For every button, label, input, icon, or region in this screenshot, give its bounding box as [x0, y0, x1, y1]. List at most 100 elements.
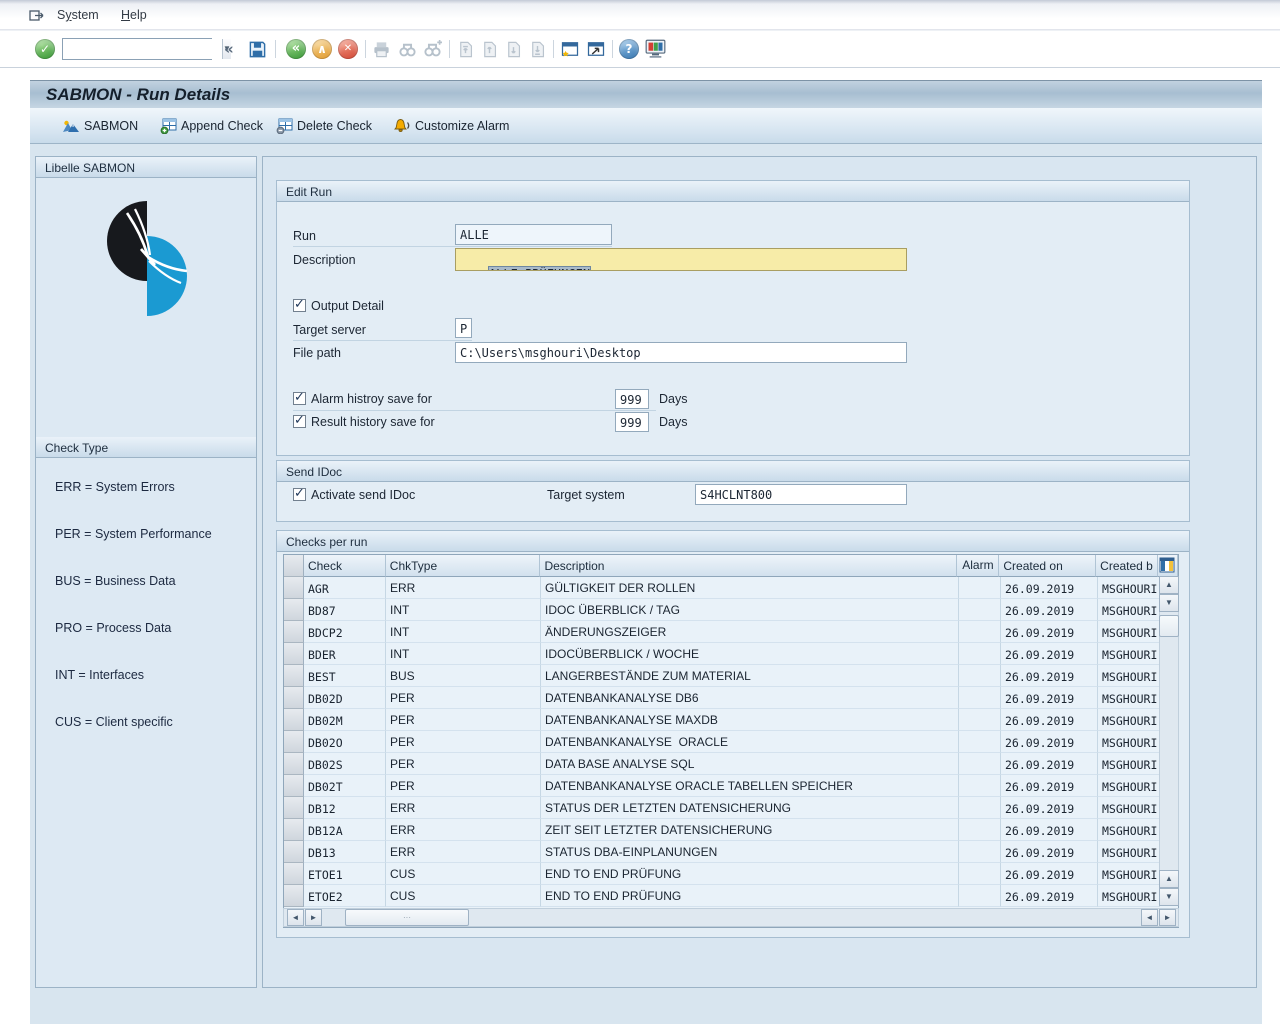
scroll-right-icon[interactable]: ►	[305, 909, 322, 926]
row-select-cell[interactable]	[284, 665, 304, 687]
row-select-cell[interactable]	[284, 841, 304, 863]
cell-check[interactable]: DB13	[304, 841, 386, 863]
cell-created-on[interactable]: 26.09.2019	[1001, 797, 1098, 819]
row-select-cell[interactable]	[284, 599, 304, 621]
cell-chktype[interactable]: ERR	[386, 797, 541, 819]
exit-icon[interactable]: ∧	[312, 39, 332, 59]
table-row[interactable]: ETOE1 CUS END TO END PRÜFUNG ) 26.09.201…	[284, 863, 1178, 885]
cell-alarm[interactable]: )	[959, 687, 1001, 709]
cell-description[interactable]: END TO END PRÜFUNG	[541, 863, 959, 885]
cell-alarm[interactable]: )	[959, 797, 1001, 819]
cell-created-by[interactable]: MSGHOURI	[1098, 885, 1160, 907]
create-shortcut-icon[interactable]	[586, 38, 606, 60]
cell-check[interactable]: DB02O	[304, 731, 386, 753]
cell-created-on[interactable]: 26.09.2019	[1001, 731, 1098, 753]
cell-check[interactable]: DB02S	[304, 753, 386, 775]
cell-chktype[interactable]: PER	[386, 731, 541, 753]
cell-check[interactable]: AGR	[304, 577, 386, 599]
cell-alarm[interactable]: )	[959, 753, 1001, 775]
col-header-chktype[interactable]: ChkType	[386, 555, 541, 577]
table-row[interactable]: DB13 ERR STATUS DBA-EINPLANUNGEN ) 26.09…	[284, 841, 1178, 863]
cell-alarm[interactable]: )	[959, 643, 1001, 665]
cell-created-on[interactable]: 26.09.2019	[1001, 753, 1098, 775]
cell-alarm[interactable]: )	[959, 577, 1001, 599]
menu-help[interactable]: Help	[121, 8, 147, 22]
append-check-button[interactable]: Append Check	[160, 115, 263, 137]
delete-check-button[interactable]: Delete Check	[276, 115, 372, 137]
cell-created-by[interactable]: MSGHOURI	[1098, 753, 1160, 775]
table-settings-icon[interactable]	[1158, 555, 1178, 577]
cell-description[interactable]: DATENBANKANALYSE ORACLE	[541, 731, 959, 753]
description-field[interactable]: ALLE PRÜFUNGEN	[455, 248, 907, 271]
row-select-cell[interactable]	[284, 863, 304, 885]
cell-alarm[interactable]: )	[959, 709, 1001, 731]
enter-icon[interactable]: ✓	[35, 39, 55, 59]
scroll-down-bottom-icon[interactable]: ▼	[1159, 888, 1179, 906]
cell-created-by[interactable]: MSGHOURI	[1098, 687, 1160, 709]
result-history-days-field[interactable]: 999	[615, 412, 649, 432]
alarm-history-days-field[interactable]: 999	[615, 389, 649, 409]
cell-description[interactable]: IDOC ÜBERBLICK / TAG	[541, 599, 959, 621]
scroll-down-icon[interactable]: ▼	[1159, 594, 1179, 612]
cell-description[interactable]: DATENBANKANALYSE MAXDB	[541, 709, 959, 731]
cell-check[interactable]: BDER	[304, 643, 386, 665]
menu-system[interactable]: System	[57, 8, 99, 22]
table-row[interactable]: DB12A ERR ZEIT SEIT LETZTER DATENSICHERU…	[284, 819, 1178, 841]
cell-created-by[interactable]: MSGHOURI	[1098, 819, 1160, 841]
cell-description[interactable]: IDOCÜBERBLICK / WOCHE	[541, 643, 959, 665]
cell-alarm[interactable]: )	[959, 665, 1001, 687]
cell-chktype[interactable]: PER	[386, 753, 541, 775]
cell-chktype[interactable]: ERR	[386, 841, 541, 863]
table-row[interactable]: DB02O PER DATENBANKANALYSE ORACLE ) 26.0…	[284, 731, 1178, 753]
row-select-cell[interactable]	[284, 885, 304, 907]
cell-created-by[interactable]: MSGHOURI	[1098, 841, 1160, 863]
cell-check[interactable]: BDCP2	[304, 621, 386, 643]
cell-description[interactable]: DATENBANKANALYSE ORACLE TABELLEN SPEICHE…	[541, 775, 959, 797]
table-row[interactable]: DB02M PER DATENBANKANALYSE MAXDB ) 26.09…	[284, 709, 1178, 731]
cell-chktype[interactable]: INT	[386, 621, 541, 643]
cell-created-on[interactable]: 26.09.2019	[1001, 599, 1098, 621]
cell-created-by[interactable]: MSGHOURI	[1098, 621, 1160, 643]
cell-alarm[interactable]: )	[959, 885, 1001, 907]
cell-check[interactable]: DB02D	[304, 687, 386, 709]
cell-chktype[interactable]: INT	[386, 643, 541, 665]
cell-chktype[interactable]: PER	[386, 709, 541, 731]
vertical-scrollbar-thumb[interactable]	[1159, 615, 1179, 637]
activate-send-idoc-checkbox[interactable]	[293, 488, 306, 501]
row-select-cell[interactable]	[284, 753, 304, 775]
target-server-field[interactable]: P	[455, 318, 472, 338]
cell-alarm[interactable]: )	[959, 731, 1001, 753]
cell-created-on[interactable]: 26.09.2019	[1001, 643, 1098, 665]
cell-created-by[interactable]: MSGHOURI	[1098, 731, 1160, 753]
table-row[interactable]: DB02D PER DATENBANKANALYSE DB6 ) 26.09.2…	[284, 687, 1178, 709]
cell-check[interactable]: BEST	[304, 665, 386, 687]
sabmon-button[interactable]: SABMON	[62, 115, 138, 137]
header-select-all[interactable]	[284, 555, 304, 577]
cell-created-on[interactable]: 26.09.2019	[1001, 665, 1098, 687]
row-select-cell[interactable]	[284, 819, 304, 841]
cell-created-by[interactable]: MSGHOURI	[1098, 775, 1160, 797]
cell-description[interactable]: GÜLTIGKEIT DER ROLLEN	[541, 577, 959, 599]
col-header-created-by[interactable]: Created b	[1096, 555, 1158, 577]
cell-created-by[interactable]: MSGHOURI	[1098, 577, 1160, 599]
cell-description[interactable]: DATENBANKANALYSE DB6	[541, 687, 959, 709]
row-select-cell[interactable]	[284, 709, 304, 731]
cell-chktype[interactable]: PER	[386, 687, 541, 709]
customize-layout-icon[interactable]	[645, 38, 666, 60]
table-row[interactable]: BEST BUS LANGERBESTÄNDE ZUM MATERIAL ) 2…	[284, 665, 1178, 687]
cell-chktype[interactable]: INT	[386, 599, 541, 621]
row-select-cell[interactable]	[284, 643, 304, 665]
cell-chktype[interactable]: BUS	[386, 665, 541, 687]
row-select-cell[interactable]	[284, 687, 304, 709]
help-icon[interactable]: ?	[619, 39, 639, 59]
cell-created-on[interactable]: 26.09.2019	[1001, 775, 1098, 797]
table-row[interactable]: DB12 ERR STATUS DER LETZTEN DATENSICHERU…	[284, 797, 1178, 819]
row-select-cell[interactable]	[284, 731, 304, 753]
cell-check[interactable]: BD87	[304, 599, 386, 621]
cell-description[interactable]: ZEIT SEIT LETZTER DATENSICHERUNG	[541, 819, 959, 841]
table-row[interactable]: BD87 INT IDOC ÜBERBLICK / TAG ) 26.09.20…	[284, 599, 1178, 621]
cell-created-by[interactable]: MSGHOURI	[1098, 599, 1160, 621]
result-history-checkbox[interactable]	[293, 415, 306, 428]
alarm-history-checkbox[interactable]	[293, 392, 306, 405]
cell-created-on[interactable]: 26.09.2019	[1001, 819, 1098, 841]
